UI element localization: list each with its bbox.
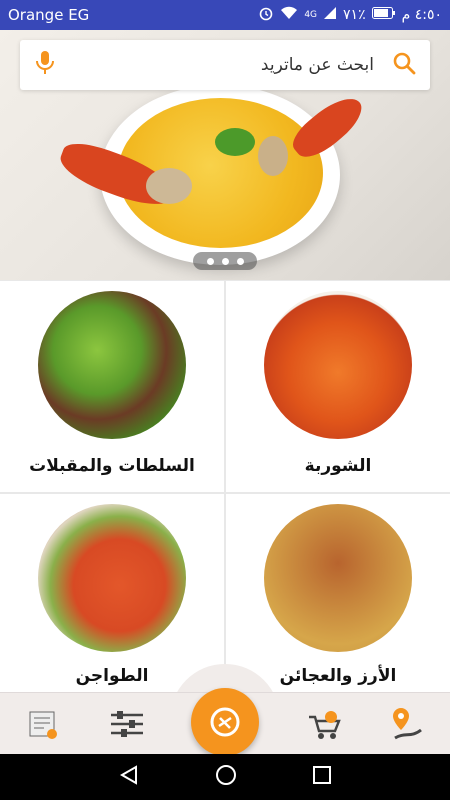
salad-photo [38, 291, 186, 439]
category-tile-casserole[interactable]: الطواجن [0, 494, 224, 700]
system-nav-bar [0, 754, 450, 800]
microphone-icon[interactable] [34, 50, 56, 80]
clam-shell [146, 168, 192, 204]
clam-shell-2 [258, 136, 288, 176]
pager-dot[interactable] [236, 257, 244, 265]
main-menu-fab-icon [210, 707, 240, 737]
back-icon[interactable] [118, 764, 140, 790]
filter-sliders-icon[interactable] [107, 704, 147, 744]
location-route-icon[interactable] [388, 704, 428, 744]
clock: ٤:٥٠ م [401, 7, 442, 23]
casserole-photo [38, 504, 186, 652]
rice-chicken-photo [264, 504, 412, 652]
category-tile-salad[interactable]: السلطات والمقبلات [0, 281, 224, 492]
status-icons: 4G ٧١٪ ٤:٥٠ م [258, 5, 442, 25]
home-icon[interactable] [215, 764, 237, 790]
category-tile-rice[interactable]: الأرز والعجائن [226, 494, 450, 700]
battery-icon [371, 7, 396, 23]
category-label: الشوربة [304, 456, 372, 476]
battery-percent: ٧١٪ [343, 7, 366, 23]
main-menu-fab[interactable] [191, 688, 259, 756]
network-type-label: 4G [304, 10, 318, 20]
pager-dot[interactable] [221, 257, 229, 265]
pager-dot[interactable] [206, 257, 214, 265]
category-label: السلطات والمقبلات [29, 456, 195, 476]
recents-icon[interactable] [312, 765, 332, 789]
alarm-icon [258, 5, 274, 25]
search-bar[interactable]: ابحث عن ماتريد [20, 40, 430, 90]
restaurant-menu-icon[interactable] [22, 704, 62, 744]
signal-icon [323, 6, 337, 24]
category-grid: الشوربة السلطات والمقبلات الأرز والعجائن… [0, 280, 450, 700]
delivery-cart-icon[interactable] [304, 704, 344, 744]
banner-pager [193, 252, 257, 270]
carrier-name: Orange EG [8, 6, 90, 24]
status-bar: Orange EG 4G ٧١٪ ٤:٥٠ م [0, 0, 450, 30]
garnish-leaf [215, 128, 255, 156]
shrimp-soup-photo [264, 291, 412, 439]
category-tile-soup[interactable]: الشوربة [226, 281, 450, 492]
search-input[interactable]: ابحث عن ماتريد [56, 55, 392, 75]
search-icon[interactable] [392, 51, 416, 79]
wifi-icon [280, 6, 298, 24]
